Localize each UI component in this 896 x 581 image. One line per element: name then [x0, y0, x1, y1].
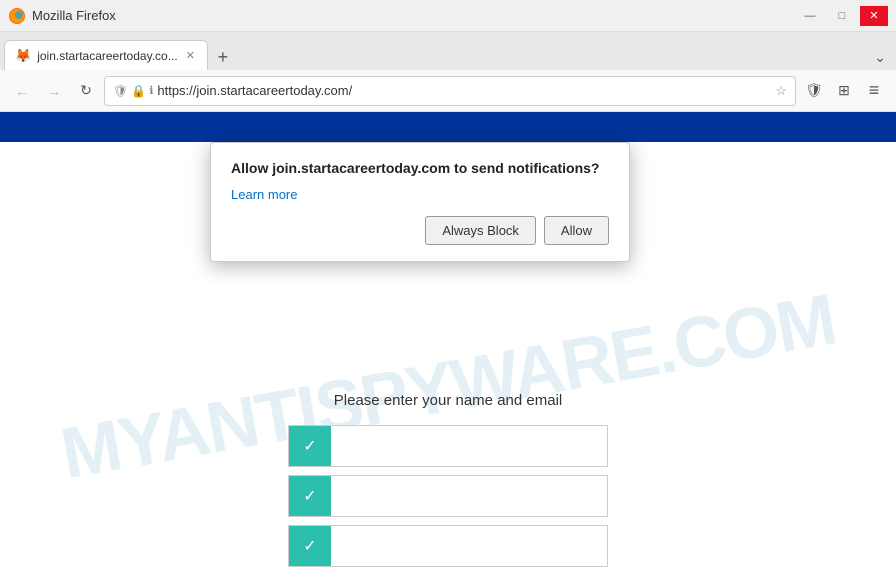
toolbar-right: 🛡 ⊞ ≡	[800, 77, 888, 105]
firefox-icon	[8, 7, 26, 25]
tab-title: join.startacareertoday.co...	[37, 49, 178, 63]
blue-banner	[0, 112, 896, 142]
active-tab[interactable]: 🦊 join.startacareertoday.co... ✕	[4, 40, 208, 70]
tabbar-right: ⌄	[868, 45, 892, 70]
address-bar[interactable]: 🛡 🔒 ℹ https://join.startacareertoday.com…	[104, 76, 796, 106]
back-button[interactable]: ←	[8, 77, 36, 105]
lock-icon: 🔒	[131, 84, 146, 98]
tab-list-button[interactable]: ⌄	[868, 45, 892, 70]
security-icons: 🛡 🔒 ℹ	[113, 84, 153, 98]
main-area: MYANTISPYWARE.COM Allow join.startacaree…	[0, 142, 896, 581]
check-icon-3: ✓	[289, 526, 331, 566]
popup-title: Allow join.startacareertoday.com to send…	[231, 159, 609, 179]
titlebar-controls: — □ ✕	[796, 6, 888, 26]
toolbar: ← → ↻ 🛡 🔒 ℹ https://join.startacareertod…	[0, 70, 896, 112]
tabbar: 🦊 join.startacareertoday.co... ✕ + ⌄	[0, 32, 896, 70]
reload-button[interactable]: ↻	[72, 77, 100, 105]
titlebar-title: Mozilla Firefox	[32, 8, 116, 23]
form-field-3[interactable]	[331, 526, 607, 566]
minimize-button[interactable]: —	[796, 6, 824, 26]
form-field-1[interactable]	[331, 426, 607, 466]
notification-popup: Allow join.startacareertoday.com to send…	[210, 142, 630, 262]
titlebar: Mozilla Firefox — □ ✕	[0, 0, 896, 32]
new-tab-button[interactable]: +	[210, 44, 236, 70]
maximize-button[interactable]: □	[828, 6, 856, 26]
shield-button[interactable]: 🛡	[800, 77, 828, 105]
bookmark-icon[interactable]: ☆	[775, 83, 787, 99]
info-icon: ℹ	[149, 84, 153, 97]
more-button[interactable]: ≡	[860, 77, 888, 105]
page-content: MYANTISPYWARE.COM Allow join.startacaree…	[0, 112, 896, 581]
url-text: https://join.startacareertoday.com/	[157, 83, 771, 98]
tab-favicon: 🦊	[15, 48, 31, 64]
extensions-button[interactable]: ⊞	[830, 77, 858, 105]
close-button[interactable]: ✕	[860, 6, 888, 26]
form-field-2[interactable]	[331, 476, 607, 516]
form-prompt: Please enter your name and email	[334, 392, 562, 409]
forward-button[interactable]: →	[40, 77, 68, 105]
form-area: Please enter your name and email ✓ ✓ ✓ B…	[0, 392, 896, 581]
check-icon-1: ✓	[289, 426, 331, 466]
learn-more-link[interactable]: Learn more	[231, 187, 609, 202]
tab-close-button[interactable]: ✕	[184, 47, 197, 64]
form-row-3: ✓	[288, 525, 608, 567]
popup-buttons: Always Block Allow	[231, 216, 609, 245]
address-right-icons: ☆	[775, 83, 787, 99]
always-block-button[interactable]: Always Block	[425, 216, 536, 245]
form-row-1: ✓	[288, 425, 608, 467]
check-icon-2: ✓	[289, 476, 331, 516]
shield-icon: 🛡	[113, 84, 128, 98]
allow-button[interactable]: Allow	[544, 216, 609, 245]
form-row-2: ✓	[288, 475, 608, 517]
titlebar-left: Mozilla Firefox	[8, 7, 116, 25]
